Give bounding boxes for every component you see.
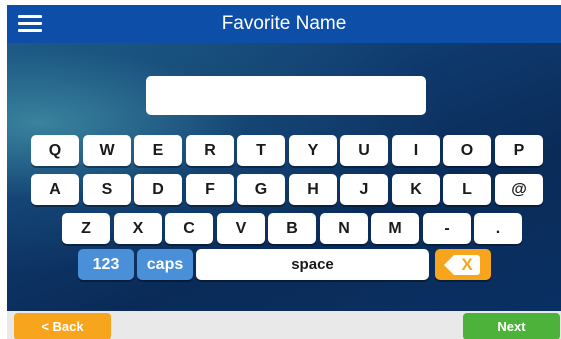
key-w[interactable]: W bbox=[83, 135, 131, 166]
key-label: - bbox=[444, 219, 450, 237]
next-button[interactable]: Next bbox=[463, 313, 560, 339]
key-f[interactable]: F bbox=[186, 174, 234, 205]
key-e[interactable]: E bbox=[134, 135, 182, 166]
key-label: B bbox=[286, 219, 298, 237]
backspace-symbol: X bbox=[461, 254, 473, 274]
key-label: W bbox=[99, 141, 115, 159]
key-d[interactable]: D bbox=[134, 174, 182, 205]
key-label: O bbox=[460, 141, 474, 159]
key-period[interactable]: . bbox=[474, 213, 522, 244]
numbers-key-label: 123 bbox=[92, 255, 120, 273]
key-label: E bbox=[152, 141, 164, 159]
back-button-label: < Back bbox=[41, 319, 84, 334]
key-j[interactable]: J bbox=[340, 174, 388, 205]
key-z[interactable]: Z bbox=[62, 213, 110, 244]
key-q[interactable]: Q bbox=[31, 135, 79, 166]
space-key-label: space bbox=[291, 256, 334, 273]
key-label: R bbox=[204, 141, 216, 159]
key-u[interactable]: U bbox=[340, 135, 388, 166]
key-label: Y bbox=[307, 141, 319, 159]
key-label: L bbox=[462, 180, 472, 198]
key-label: S bbox=[101, 180, 113, 198]
key-i[interactable]: I bbox=[392, 135, 440, 166]
key-h[interactable]: H bbox=[289, 174, 337, 205]
key-label: H bbox=[307, 180, 319, 198]
key-n[interactable]: N bbox=[320, 213, 368, 244]
key-a[interactable]: A bbox=[31, 174, 79, 205]
key-p[interactable]: P bbox=[495, 135, 543, 166]
key-label: X bbox=[132, 219, 144, 237]
key-label: @ bbox=[511, 180, 527, 198]
key-y[interactable]: Y bbox=[289, 135, 337, 166]
key-c[interactable]: C bbox=[165, 213, 213, 244]
keyboard-screen: 123 caps space X Q W E R T Y U I O P A S D F G H J K L @ Z X C… bbox=[7, 43, 561, 311]
key-label: A bbox=[49, 180, 61, 198]
name-input[interactable] bbox=[146, 76, 426, 115]
key-label: T bbox=[256, 141, 266, 159]
key-k[interactable]: K bbox=[392, 174, 440, 205]
space-key[interactable]: space bbox=[196, 249, 429, 280]
key-label: K bbox=[410, 180, 422, 198]
key-label: J bbox=[359, 180, 369, 198]
footer-bar: < Back Next bbox=[7, 311, 561, 339]
key-b[interactable]: B bbox=[268, 213, 316, 244]
key-at[interactable]: @ bbox=[495, 174, 543, 205]
key-v[interactable]: V bbox=[217, 213, 265, 244]
key-label: P bbox=[513, 141, 525, 159]
numbers-key[interactable]: 123 bbox=[78, 249, 134, 280]
key-label: Z bbox=[81, 219, 91, 237]
key-label: G bbox=[254, 180, 268, 198]
key-label: U bbox=[358, 141, 370, 159]
key-r[interactable]: R bbox=[186, 135, 234, 166]
key-label: F bbox=[205, 180, 215, 198]
back-button[interactable]: < Back bbox=[14, 313, 111, 339]
header-bar: Favorite Name bbox=[7, 5, 561, 43]
caps-key[interactable]: caps bbox=[137, 249, 193, 280]
next-button-label: Next bbox=[497, 319, 526, 334]
key-l[interactable]: L bbox=[443, 174, 491, 205]
app-window: Favorite Name 123 caps space X Q W E R T Y U I O… bbox=[7, 5, 561, 339]
key-label: . bbox=[495, 219, 501, 237]
key-label: M bbox=[388, 219, 402, 237]
key-label: C bbox=[183, 219, 195, 237]
key-t[interactable]: T bbox=[237, 135, 285, 166]
page-title: Favorite Name bbox=[221, 13, 347, 34]
key-dash[interactable]: - bbox=[423, 213, 471, 244]
key-label: D bbox=[152, 180, 164, 198]
backspace-icon: X bbox=[444, 254, 482, 275]
key-o[interactable]: O bbox=[443, 135, 491, 166]
key-m[interactable]: M bbox=[371, 213, 419, 244]
key-label: I bbox=[413, 141, 419, 159]
key-g[interactable]: G bbox=[237, 174, 285, 205]
key-x[interactable]: X bbox=[114, 213, 162, 244]
key-label: Q bbox=[48, 141, 62, 159]
key-label: N bbox=[338, 219, 350, 237]
key-label: V bbox=[235, 219, 247, 237]
caps-key-label: caps bbox=[146, 255, 184, 273]
key-s[interactable]: S bbox=[83, 174, 131, 205]
backspace-key[interactable]: X bbox=[435, 249, 491, 280]
